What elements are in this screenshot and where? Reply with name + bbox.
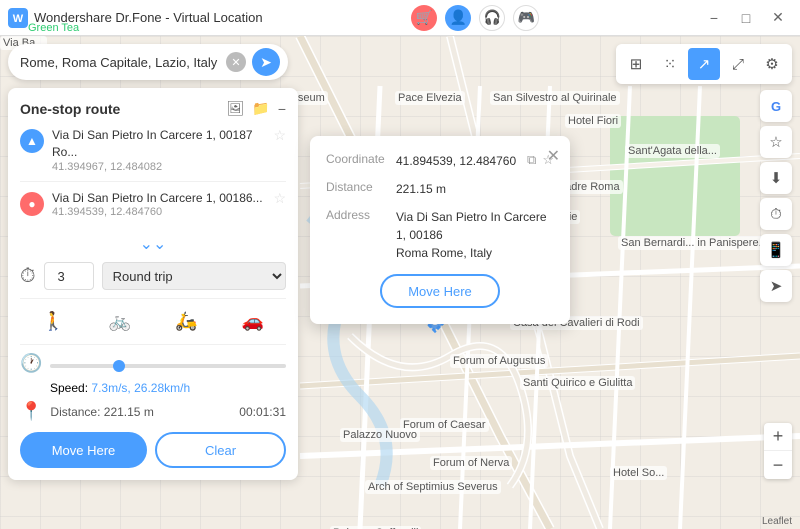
scooter-button[interactable]: 🛵 [171, 307, 201, 336]
speed-slider[interactable] [50, 364, 286, 368]
map-label-san-bern: San Bernardi... in Panispere... [618, 236, 771, 250]
download-button[interactable]: ⬇ [760, 162, 792, 194]
popup-close-button[interactable]: ✕ [547, 146, 560, 166]
map-label-santi-quirico: Santi Quirico e Giulitta [520, 376, 635, 390]
move-here-button[interactable]: Move Here [20, 432, 147, 468]
car-button[interactable]: 🚗 [238, 307, 268, 336]
search-bar: ✕ ➤ [8, 44, 288, 80]
bike-button[interactable]: 🚲 [105, 307, 135, 336]
speedometer-icon: 🕐 [20, 353, 42, 374]
popup-coord-row: Coordinate 41.894539, 12.484760 ⧉ ☆ [326, 152, 554, 170]
map-label-forum-augustus: Forum of Augustus [450, 354, 548, 368]
right-toolbar: G ☆ ⬇ ⏱ 📱 ➤ [760, 90, 792, 302]
leaflet-attribution: Leaflet [762, 516, 792, 527]
waypoint-start-icon: ▲ [20, 129, 44, 153]
waypoint-2-star[interactable]: ☆ [273, 190, 286, 207]
speed-text: Speed: 7.3m/s, 26.28km/h [50, 381, 190, 395]
coordinate-popup: ✕ Coordinate 41.894539, 12.484760 ⧉ ☆ Di… [310, 136, 570, 324]
main-area: Wax Museum Pace Elvezia San Silvestro al… [0, 36, 800, 529]
time-text: 00:01:31 [239, 405, 286, 419]
panel-image-button[interactable]: 🖼 [227, 100, 245, 117]
popup-address-label: Address [326, 208, 396, 222]
popup-copy-icon[interactable]: ⧉ [527, 152, 536, 168]
panel-folder-button[interactable]: 📁 [252, 100, 269, 117]
maximize-button[interactable]: □ [732, 8, 760, 28]
popup-move-here-button[interactable]: Move Here [380, 274, 500, 308]
search-clear-button[interactable]: ✕ [226, 52, 246, 72]
popup-distance-value: 221.15 m [396, 180, 554, 198]
popup-distance-row: Distance 221.15 m [326, 180, 554, 198]
distance-icon: 📍 [20, 401, 42, 422]
popup-address-value: Via Di San Pietro In Carcere 1, 00186 Ro… [396, 208, 554, 262]
expand-button[interactable]: ⌄⌄ [20, 234, 286, 254]
map-label-pace: Pace Elvezia [395, 91, 465, 105]
map-label-san-silvestro: San Silvestro al Quirinale [490, 91, 620, 105]
cart-button[interactable]: 🛒 [411, 5, 437, 31]
map-label-palazzo-nuovo: Palazzo Nuovo [340, 428, 420, 442]
panel-title: One-stop route [20, 101, 227, 117]
map-label-hotel-fiori: Hotel Fiori [565, 114, 621, 128]
transport-modes: 🚶 🚲 🛵 🚗 [20, 298, 286, 345]
speed-kmh: 26.28km/h [134, 381, 190, 395]
timer-icon: ⏱ [20, 265, 36, 288]
navigate-button[interactable]: ➤ [760, 270, 792, 302]
zoom-in-button[interactable]: + [764, 423, 792, 451]
titlebar: W Wondershare Dr.Fone - Virtual Location… [0, 0, 800, 36]
map-label-forum-nerva: Forum of Nerva [430, 456, 512, 470]
toolbar-points-button[interactable]: ⁙ [654, 48, 686, 80]
game-button[interactable]: 🎮 [513, 5, 539, 31]
zoom-controls: + − [764, 423, 792, 479]
map-area[interactable]: Wax Museum Pace Elvezia San Silvestro al… [0, 36, 800, 529]
distance-text: Distance: 221.15 m [50, 405, 231, 419]
waypoint-1: ▲ Via Di San Pietro In Carcere 1, 00187 … [20, 127, 286, 182]
waypoint-2: ● Via Di San Pietro In Carcere 1, 00186.… [20, 190, 286, 227]
user-button[interactable]: 👤 [445, 5, 471, 31]
svg-text:W: W [13, 13, 24, 25]
toolbar-grid-button[interactable]: ⊞ [620, 48, 652, 80]
route-options: ⏱ Round trip One way [20, 262, 286, 290]
waypoint-2-name: Via Di San Pietro In Carcere 1, 00186... [52, 190, 269, 207]
toolbar-route-button[interactable]: ↗ [688, 48, 720, 80]
panel-buttons: Move Here Clear [20, 432, 286, 468]
history-button[interactable]: ⏱ [760, 198, 792, 230]
speed-label: Speed: [50, 381, 88, 395]
waypoint-1-coords: 41.394967, 12.484082 [52, 161, 269, 173]
route-panel: One-stop route 🖼 📁 − ▲ Via Di San Pietro… [8, 88, 298, 480]
toolbar-path-button[interactable]: ⤢ [722, 48, 754, 80]
walk-button[interactable]: 🚶 [38, 307, 68, 336]
route-count-input[interactable] [44, 262, 94, 290]
favorite-button[interactable]: ☆ [760, 126, 792, 158]
map-label-arch-sept: Arch of Septimius Severus [365, 480, 501, 494]
route-type-select[interactable]: Round trip One way [102, 262, 286, 290]
waypoint-end-icon: ● [20, 192, 44, 216]
panel-collapse-button[interactable]: − [278, 101, 286, 117]
google-maps-button[interactable]: G [760, 90, 792, 122]
waypoint-2-coords: 41.394539, 12.484760 [52, 206, 269, 218]
speed-row: 🕐 [20, 353, 286, 374]
clear-button[interactable]: Clear [155, 432, 286, 468]
distance-row: 📍 Distance: 221.15 m 00:01:31 [20, 401, 286, 422]
popup-address-row: Address Via Di San Pietro In Carcere 1, … [326, 208, 554, 262]
waypoint-1-name: Via Di San Pietro In Carcere 1, 00187 Ro… [52, 127, 269, 161]
map-label-hotel-so: Hotel So... [610, 466, 667, 480]
popup-coord-value: 41.894539, 12.484760 [396, 152, 521, 170]
speed-value: 7.3m/s, [91, 381, 130, 395]
search-go-button[interactable]: ➤ [252, 48, 280, 76]
app-icon: W [8, 8, 28, 28]
close-button[interactable]: ✕ [764, 8, 792, 28]
toolbar-settings-button[interactable]: ⚙ [756, 48, 788, 80]
search-input[interactable] [20, 55, 226, 70]
popup-coord-label: Coordinate [326, 152, 396, 166]
popup-distance-label: Distance [326, 180, 396, 194]
waypoint-1-star[interactable]: ☆ [273, 127, 286, 144]
top-toolbar: ⊞ ⁙ ↗ ⤢ ⚙ [616, 44, 792, 84]
minimize-button[interactable]: − [700, 8, 728, 28]
green-tea-label: Green Tea [28, 22, 79, 34]
device-button[interactable]: 📱 [760, 234, 792, 266]
headset-button[interactable]: 🎧 [479, 5, 505, 31]
zoom-out-button[interactable]: − [764, 451, 792, 479]
map-label-sant-agata: Sant'Agata della... [625, 144, 720, 158]
